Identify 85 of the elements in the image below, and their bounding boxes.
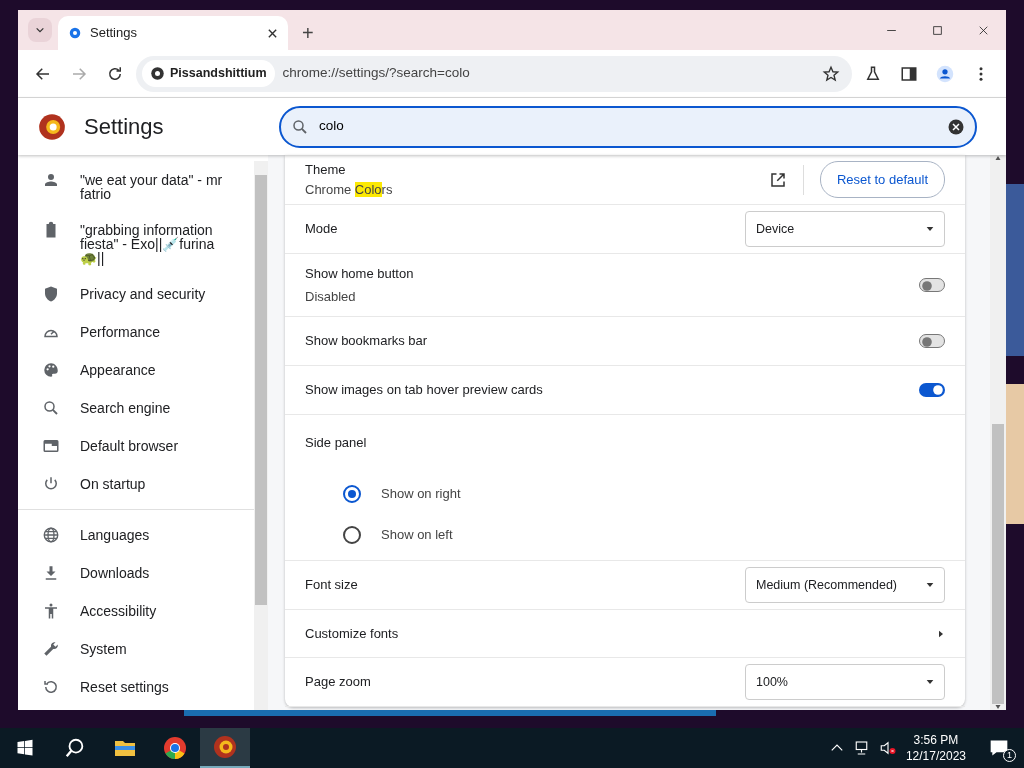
sidebar-item[interactable]: Accessibility [18, 592, 254, 630]
setting-label: Font size [305, 576, 359, 595]
scrollbar[interactable] [254, 161, 268, 710]
toggle-switch[interactable] [919, 383, 945, 397]
dropdown[interactable]: Device [745, 211, 945, 247]
search-icon [64, 737, 86, 759]
search-icon [291, 117, 309, 136]
browser-tab[interactable]: Settings [58, 16, 288, 50]
tab-list-button[interactable] [28, 18, 52, 42]
dropdown[interactable]: 100% [745, 664, 945, 700]
radio-label: Show on left [381, 526, 453, 545]
taskbar-app[interactable] [200, 728, 250, 768]
star-icon[interactable] [822, 64, 840, 83]
sidebar-item[interactable]: Downloads [18, 554, 254, 592]
palette-icon [42, 361, 60, 379]
setting-label: Customize fonts [305, 624, 400, 643]
sidebar-item[interactable]: Languages [18, 516, 254, 554]
sidebar-item[interactable]: Reset settings [18, 668, 254, 706]
search-icon [42, 399, 60, 417]
reset-button[interactable]: Reset to default [819, 160, 945, 199]
dropdown[interactable]: Medium (Recommended) [745, 567, 945, 603]
shield-icon [42, 285, 60, 303]
sidebar-item[interactable]: "we eat your data" - mr fatrio [18, 161, 254, 211]
setting-label: Mode [305, 220, 339, 239]
sidebar-item[interactable]: "grabbing information fiesta" - Exo||💉furina 🐢|| [18, 211, 254, 275]
taskbar-clock[interactable]: 3:56 PM 12/17/2023 [905, 732, 966, 764]
sidebar-item[interactable]: Performance [18, 313, 254, 351]
clock-time: 3:56 PM [912, 732, 960, 748]
sidebar-item[interactable]: On startup [18, 465, 254, 503]
radio-button[interactable] [343, 526, 361, 544]
windows-logo-icon [16, 739, 34, 757]
browser-logo-icon [150, 66, 165, 81]
notification-count: 1 [1003, 749, 1016, 762]
search-input[interactable]: colo [317, 115, 939, 138]
clock-date: 12/17/2023 [905, 748, 966, 764]
message-icon [989, 738, 1009, 758]
setting-sublabel: Disabled [305, 288, 357, 306]
down-arrow-icon [994, 704, 1002, 710]
caret-icon [926, 581, 934, 589]
tab-title: Settings [90, 24, 138, 43]
caret-icon [926, 225, 934, 233]
new-tab-button[interactable]: + [296, 22, 320, 44]
globe-icon [42, 526, 60, 544]
toggle-switch[interactable] [919, 334, 945, 348]
sidebar-item[interactable]: Search engine [18, 389, 254, 427]
chevron-icon[interactable] [937, 628, 945, 639]
sidebar-item[interactable]: Default browser [18, 427, 254, 465]
notifications-button[interactable]: 1 [974, 728, 1024, 768]
radio-button[interactable] [343, 485, 361, 504]
site-chip[interactable]: Pissandshittium [142, 60, 275, 87]
person-icon [42, 171, 60, 189]
close-icon[interactable] [267, 27, 278, 39]
search-field[interactable]: colo [279, 105, 977, 148]
chrome-logo-icon [163, 736, 187, 760]
clear-icon[interactable] [947, 117, 965, 136]
accessibility-icon [42, 602, 60, 620]
maximize-icon[interactable] [930, 23, 944, 37]
side-panel-icon[interactable] [900, 64, 918, 83]
up-arrow-icon [994, 155, 1002, 161]
setting-label: Show home button [305, 264, 415, 283]
address-text[interactable]: chrome://settings/?search=colo [282, 63, 808, 84]
flask-icon[interactable] [864, 64, 882, 83]
setting-label: Show images on tab hover preview cards [305, 381, 544, 400]
radio-label: Show on right [381, 485, 461, 504]
browser-logo-icon [213, 735, 237, 759]
setting-label: Side panel [305, 434, 368, 452]
toggle-switch[interactable] [919, 278, 945, 292]
reload-icon[interactable] [106, 64, 124, 83]
caret-icon [926, 678, 934, 686]
setting-label: Page zoom [305, 673, 372, 692]
wrench-icon [42, 640, 60, 658]
sidebar-item[interactable]: System [18, 630, 254, 668]
external-link-icon[interactable] [768, 170, 787, 189]
browser-logo-icon [38, 112, 66, 141]
setting-value: Chrome Colors [305, 180, 394, 199]
setting-label: Theme [305, 161, 347, 179]
browser-window-icon [42, 437, 60, 455]
profile-icon[interactable] [936, 64, 954, 83]
caret-icon [35, 25, 45, 35]
sidebar-item[interactable]: Privacy and security [18, 275, 254, 313]
reset-icon [42, 678, 60, 696]
scrollbar[interactable] [990, 155, 1006, 710]
sidebar-item[interactable]: Appearance [18, 351, 254, 389]
setting-label: Show bookmarks bar [305, 332, 429, 351]
page-title: Settings [84, 113, 165, 141]
